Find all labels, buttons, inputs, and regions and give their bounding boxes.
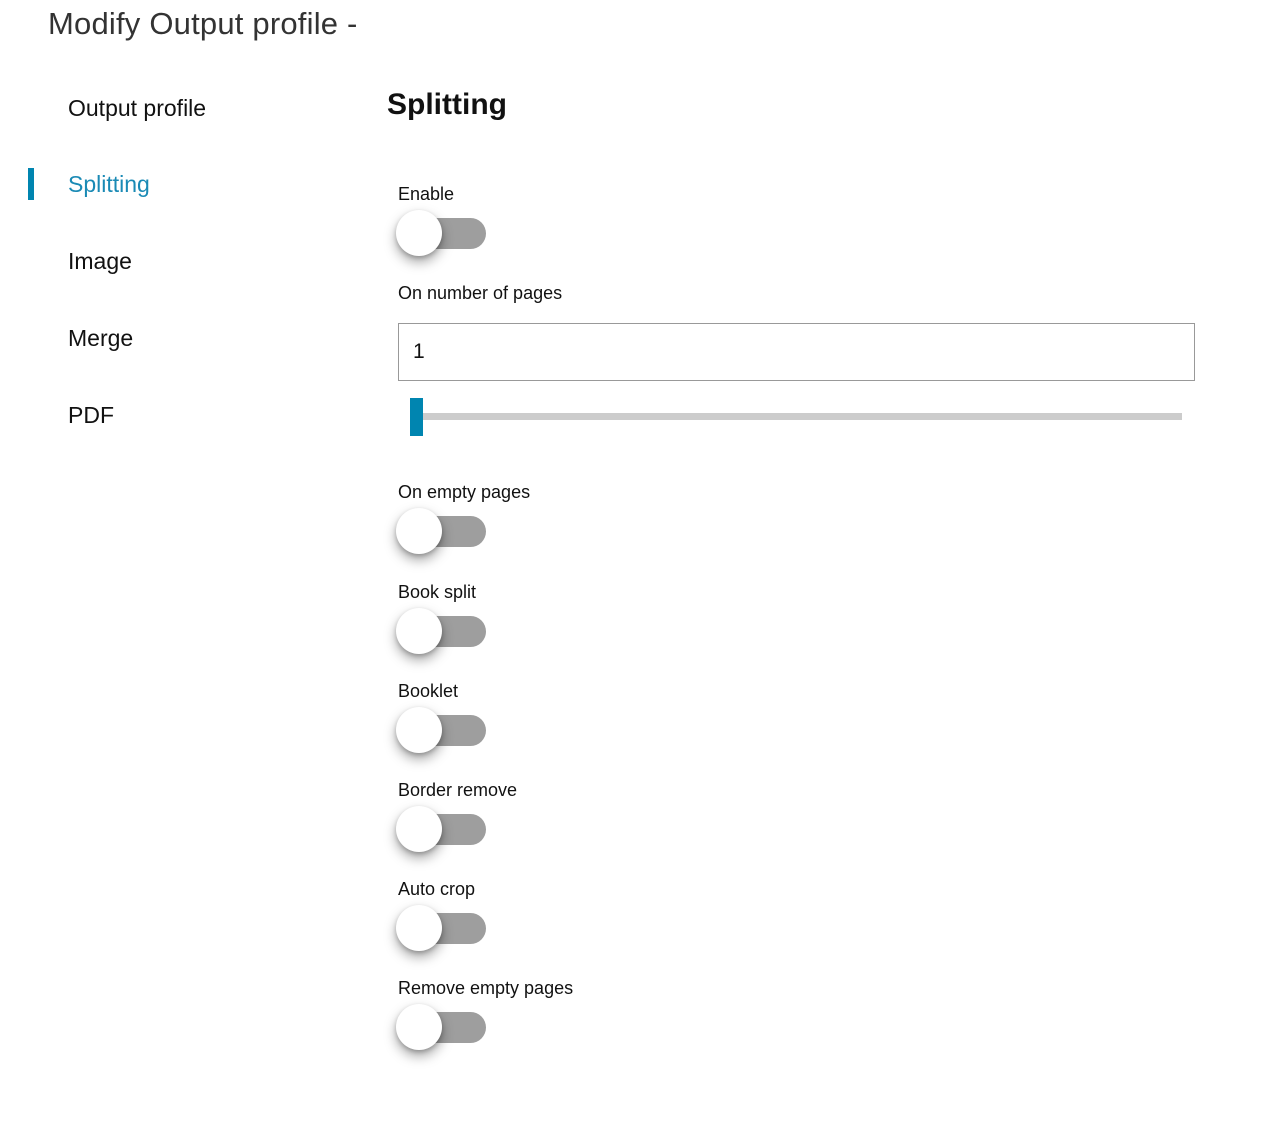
remove-empty-pages-toggle[interactable] [396,1003,488,1051]
enable-label: Enable [398,184,455,204]
toggle-knob [396,806,442,852]
book-split-label: Book split [398,582,477,602]
slider-thumb[interactable] [410,398,423,436]
pages-slider[interactable] [410,396,1184,438]
toggle-knob [396,1004,442,1050]
pages-label: On number of pages [398,283,563,303]
auto-crop-toggle[interactable] [396,904,488,952]
sidebar-item-splitting[interactable]: Splitting [68,169,150,199]
toggle-knob [396,210,442,256]
sidebar-item-output-profile[interactable]: Output profile [68,93,206,123]
booklet-label: Booklet [398,681,459,701]
toggle-knob [396,608,442,654]
toggle-knob [396,508,442,554]
remove-empty-pages-label: Remove empty pages [398,978,574,998]
pages-input[interactable] [398,323,1195,381]
active-indicator [28,168,34,200]
sidebar-nav: Output profile Splitting Image Merge PDF [0,0,340,1128]
slider-rail [410,413,1182,420]
on-empty-pages-label: On empty pages [398,482,531,502]
booklet-toggle[interactable] [396,706,488,754]
section-title: Splitting [387,88,507,121]
book-split-toggle[interactable] [396,607,488,655]
sidebar-item-image[interactable]: Image [68,246,132,276]
toggle-knob [396,905,442,951]
sidebar-item-pdf[interactable]: PDF [68,400,114,430]
auto-crop-label: Auto crop [398,879,476,899]
toggle-knob [396,707,442,753]
on-empty-pages-toggle[interactable] [396,507,488,555]
sidebar-item-merge[interactable]: Merge [68,323,133,353]
border-remove-label: Border remove [398,780,518,800]
border-remove-toggle[interactable] [396,805,488,853]
enable-toggle[interactable] [396,209,488,257]
